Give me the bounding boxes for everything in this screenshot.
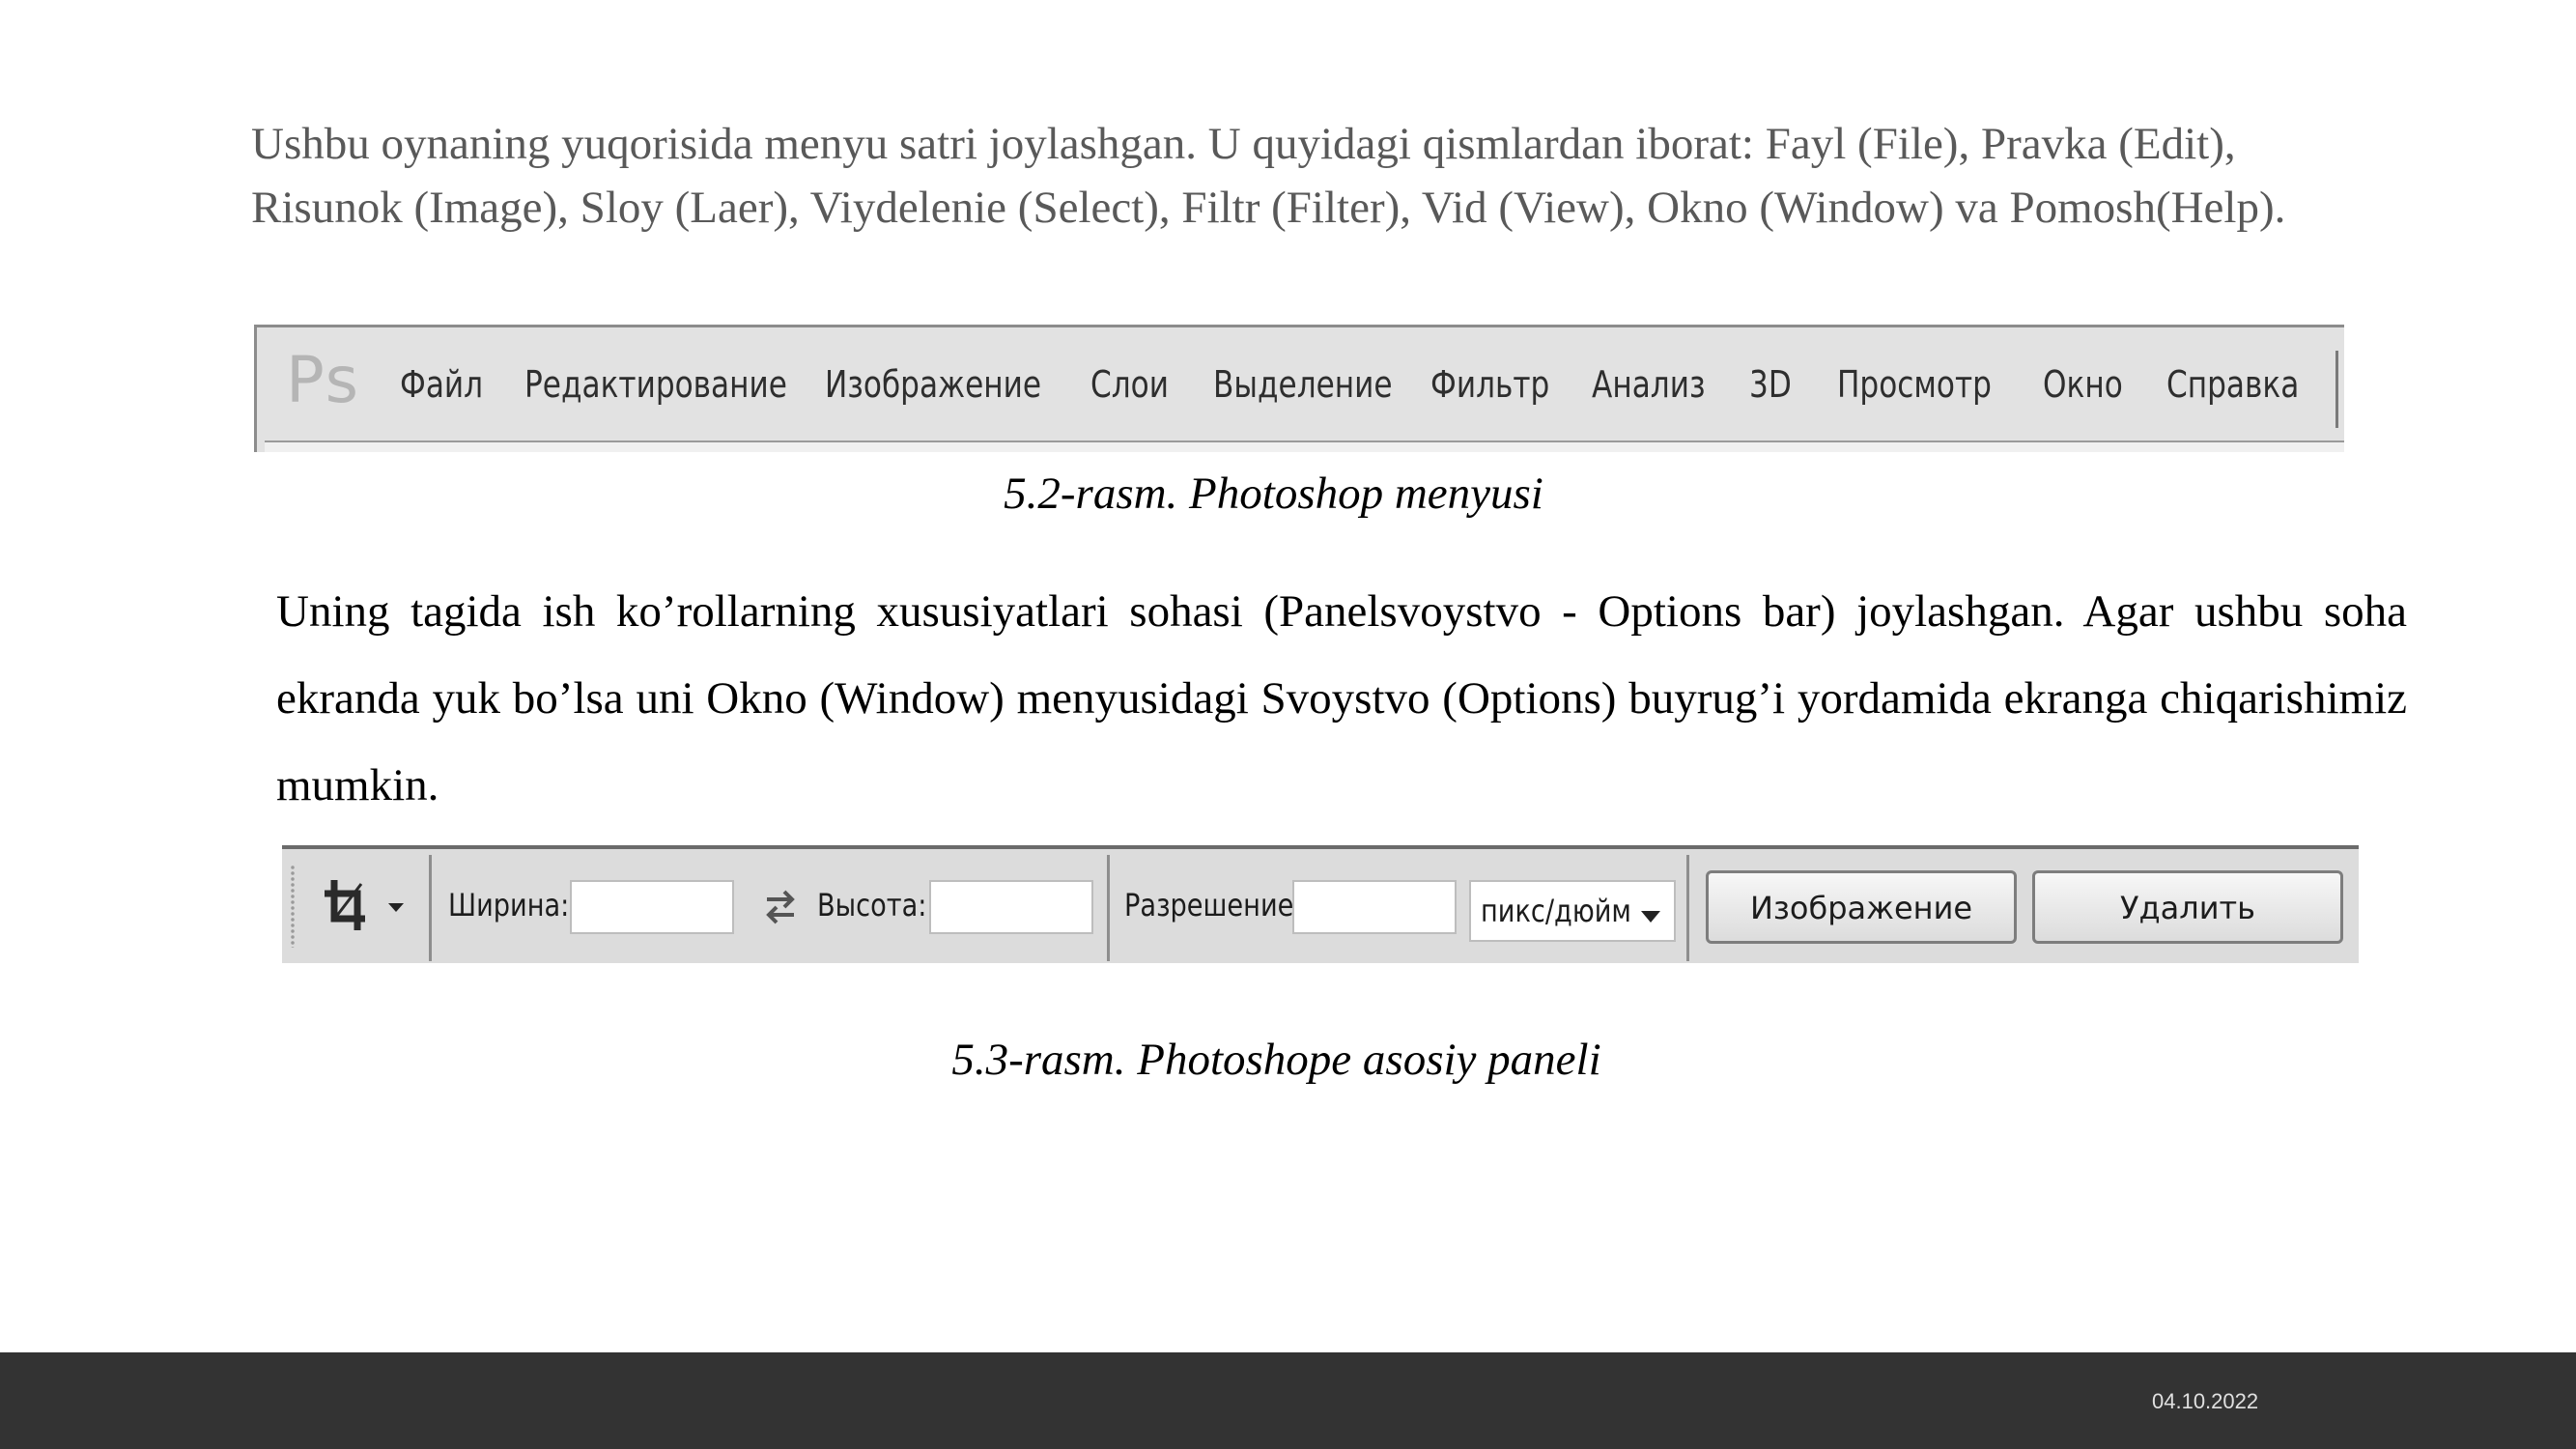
crop-tool-icon[interactable] [323, 874, 369, 936]
figure-caption-menubar: 5.2-rasm. Photoshop menyusi [1004, 469, 1543, 519]
options-separator [1107, 855, 1110, 961]
dropdown-arrow-icon [1641, 911, 1660, 923]
width-label: Ширина: [448, 887, 570, 923]
menu-item-edit[interactable]: Редактирование [524, 366, 787, 403]
menu-item-window[interactable]: Окно [2043, 366, 2123, 403]
image-button-label: Изображение [1749, 890, 1973, 926]
slide-footer: 04.10.2022 [0, 1352, 2576, 1449]
height-label: Высота: [817, 887, 927, 923]
options-separator [429, 855, 432, 961]
image-button[interactable]: Изображение [1706, 870, 2017, 944]
menu-item-3d[interactable]: 3D [1749, 366, 1792, 403]
menu-item-help[interactable]: Справка [2166, 366, 2299, 403]
chevron-down-icon[interactable] [388, 903, 404, 912]
height-input[interactable] [929, 880, 1093, 934]
resolution-input[interactable] [1292, 880, 1457, 934]
photoshop-menubar-figure: Ps Файл Редактирование Изображение Слои … [254, 325, 2344, 452]
resolution-unit-value: пикс/дюйм [1481, 893, 1631, 929]
menu-item-file[interactable]: Файл [400, 366, 483, 403]
resolution-label: Разрешение: [1124, 887, 1303, 923]
options-paragraph: Uning tagida ish ko’rollarning xususiyat… [276, 586, 2407, 810]
swap-arrows-icon[interactable] [761, 884, 800, 930]
delete-button-label: Удалить [2120, 890, 2255, 926]
toolbar-grip[interactable] [290, 865, 296, 948]
menubar-bottom-strip [265, 440, 2344, 452]
menubar-separator [2335, 351, 2338, 428]
intro-paragraph: Ushbu oynaning yuqorisida menyu satri jo… [251, 119, 2286, 233]
options-separator [1686, 855, 1689, 961]
resolution-unit-select[interactable]: пикс/дюйм [1469, 880, 1676, 942]
photoshop-logo: Ps [286, 343, 361, 417]
photoshop-options-bar-figure: Ширина: Высота: Разрешение: пикс/дюйм Из… [282, 845, 2359, 963]
menu-item-view[interactable]: Просмотр [1837, 366, 1992, 403]
menu-item-select[interactable]: Выделение [1213, 366, 1393, 403]
menu-item-filter[interactable]: Фильтр [1430, 366, 1549, 403]
footer-date: 04.10.2022 [2152, 1389, 2259, 1413]
delete-button[interactable]: Удалить [2032, 870, 2343, 944]
menu-item-layers[interactable]: Слои [1090, 366, 1169, 403]
menu-item-analysis[interactable]: Анализ [1592, 366, 1706, 403]
menu-item-image[interactable]: Изображение [825, 366, 1041, 403]
width-input[interactable] [570, 880, 734, 934]
figure-caption-options-bar: 5.3-rasm. Photoshope asosiy paneli [951, 1035, 1601, 1085]
